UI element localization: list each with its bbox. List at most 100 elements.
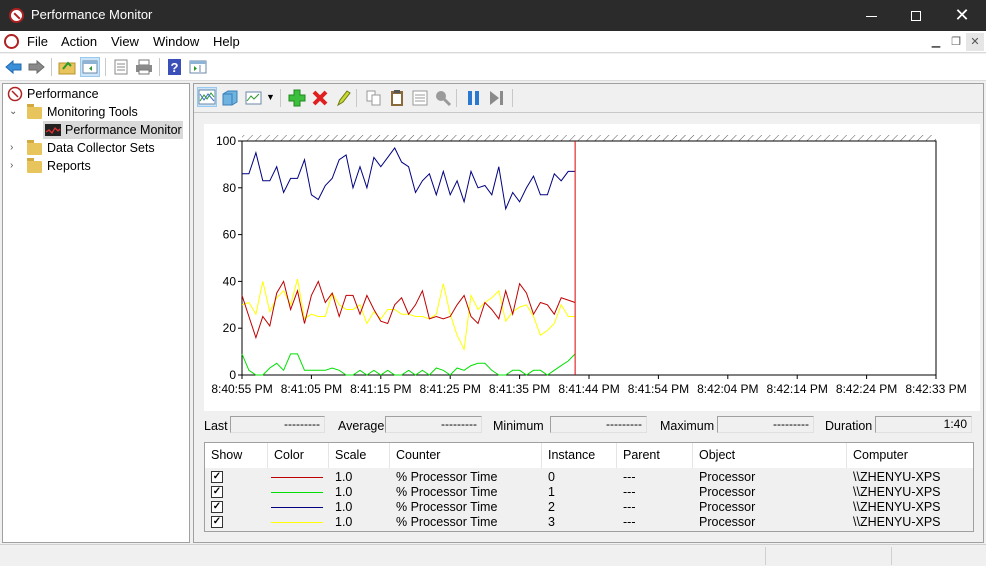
- legend-header: Show Color Scale Counter Instance Parent…: [205, 443, 973, 468]
- properties-button[interactable]: [111, 57, 131, 77]
- column-header-scale[interactable]: Scale: [329, 443, 390, 468]
- chevron-right-icon[interactable]: ›: [10, 157, 13, 175]
- parent-cell: ---: [623, 515, 636, 529]
- y-tick-label: 100: [216, 134, 236, 148]
- column-header-computer[interactable]: Computer: [847, 443, 973, 468]
- scale-cell: 1.0: [335, 500, 353, 514]
- tree-label: Reports: [47, 159, 91, 173]
- toolbar-separator: [512, 89, 513, 107]
- copy-properties-button[interactable]: [364, 88, 384, 108]
- back-button[interactable]: [4, 57, 24, 77]
- column-header-object[interactable]: Object: [693, 443, 847, 468]
- tree-label: Data Collector Sets: [47, 141, 155, 155]
- window-title: Performance Monitor: [31, 7, 153, 22]
- computer-cell: \\ZHENYU-XPS: [853, 515, 941, 529]
- mmc-system-menu-icon[interactable]: [4, 34, 19, 49]
- forward-button[interactable]: [26, 57, 46, 77]
- legend-row[interactable]: ✓ 1.0 % Processor Time 1 --- Processor \\ZHENY…: [205, 485, 973, 500]
- legend-row[interactable]: ✓ 1.0 % Processor Time 2 --- Processor \\ZHENY…: [205, 500, 973, 515]
- last-label: Last: [204, 419, 228, 433]
- view-log-data-button[interactable]: [220, 88, 240, 108]
- help-button[interactable]: ?: [165, 57, 185, 77]
- performance-monitor-toolbar: ▼: [194, 84, 983, 113]
- menu-help[interactable]: Help: [213, 34, 240, 49]
- maximize-button[interactable]: [893, 0, 939, 31]
- column-header-counter[interactable]: Counter: [390, 443, 542, 468]
- print-button[interactable]: [134, 57, 154, 77]
- x-tick-label: 8:42:14 PM: [767, 382, 828, 396]
- chevron-right-icon[interactable]: ›: [10, 139, 13, 157]
- restore-icon: ❐: [951, 36, 961, 48]
- x-tick-label: 8:41:15 PM: [350, 382, 411, 396]
- tree-item-data-collector-sets[interactable]: › Data Collector Sets: [5, 139, 185, 157]
- up-one-level-button[interactable]: [57, 57, 77, 77]
- legend-row[interactable]: ✓ 1.0 % Processor Time 3 --- Processor \\ZHENY…: [205, 515, 973, 530]
- show-checkbox[interactable]: ✓: [211, 486, 223, 498]
- printer-icon: [136, 59, 152, 75]
- x-tick-label: 8:42:24 PM: [836, 382, 897, 396]
- magnifier-icon: [436, 91, 452, 107]
- change-graph-type-button[interactable]: [244, 88, 264, 108]
- menu-action[interactable]: Action: [61, 34, 97, 49]
- view-current-activity-button[interactable]: [197, 87, 217, 107]
- chart-top-hatch: [242, 135, 936, 141]
- average-label: Average: [338, 419, 385, 433]
- child-minimize-button[interactable]: ▁: [927, 33, 945, 51]
- column-header-instance[interactable]: Instance: [542, 443, 617, 468]
- column-header-color[interactable]: Color: [268, 443, 329, 468]
- log-data-icon: [222, 90, 238, 106]
- tree-item-performance-monitor[interactable]: Performance Monitor: [43, 121, 183, 139]
- delete-counter-button[interactable]: [310, 88, 330, 108]
- computer-cell: \\ZHENYU-XPS: [853, 485, 941, 499]
- show-hide-action-pane-button[interactable]: [188, 57, 208, 77]
- maximum-value: ---------: [717, 416, 814, 433]
- y-tick-label: 80: [223, 181, 237, 195]
- x-tick-label: 8:41:25 PM: [420, 382, 481, 396]
- paste-counter-list-button[interactable]: [387, 88, 407, 108]
- column-header-parent[interactable]: Parent: [617, 443, 693, 468]
- show-checkbox[interactable]: ✓: [211, 501, 223, 513]
- y-tick-label: 20: [223, 321, 237, 335]
- delete-x-icon: [312, 90, 328, 106]
- legend-row[interactable]: ✓ 1.0 % Processor Time 0 --- Processor \\ZHENY…: [205, 470, 973, 485]
- duration-label: Duration: [825, 419, 873, 433]
- highlight-button[interactable]: [333, 88, 353, 108]
- child-close-button[interactable]: ✕: [966, 33, 984, 51]
- tree-item-monitoring-tools[interactable]: ⌄ Monitoring Tools: [5, 103, 185, 121]
- close-button[interactable]: ✕: [939, 0, 985, 31]
- minimize-button[interactable]: [848, 0, 894, 31]
- color-swatch: [271, 492, 323, 493]
- freeze-display-button[interactable]: [464, 88, 484, 108]
- graph-type-icon: [245, 91, 262, 105]
- menu-file[interactable]: File: [27, 34, 48, 49]
- minimize-icon: ▁: [931, 36, 941, 48]
- x-tick-label: 8:41:54 PM: [628, 382, 689, 396]
- properties-button[interactable]: [410, 88, 430, 108]
- show-checkbox[interactable]: ✓: [211, 516, 223, 528]
- highlighter-icon: [336, 90, 351, 107]
- chevron-down-icon[interactable]: ⌄: [9, 103, 17, 121]
- menu-view[interactable]: View: [111, 34, 139, 49]
- graph-type-dropdown-chevron-icon[interactable]: ▼: [266, 92, 275, 102]
- maximum-label: Maximum: [660, 419, 715, 433]
- show-checkbox[interactable]: ✓: [211, 471, 223, 483]
- column-header-show[interactable]: Show: [205, 443, 268, 468]
- tree-item-performance[interactable]: Performance: [5, 85, 185, 103]
- help-icon: ?: [168, 59, 181, 75]
- svg-text:?: ?: [171, 60, 179, 75]
- show-hide-console-tree-button[interactable]: [80, 57, 100, 77]
- scale-cell: 1.0: [335, 485, 353, 499]
- menu-window[interactable]: Window: [153, 34, 199, 49]
- y-tick-label: 40: [223, 274, 237, 288]
- pause-icon: [468, 91, 479, 105]
- last-value: ---------: [230, 416, 325, 433]
- zoom-button[interactable]: [433, 88, 453, 108]
- x-tick-label: 8:41:44 PM: [558, 382, 619, 396]
- close-icon: ✕: [970, 36, 980, 48]
- update-data-button[interactable]: [487, 88, 507, 108]
- plus-icon: [288, 89, 306, 107]
- child-restore-button[interactable]: ❐: [947, 33, 965, 51]
- tree-item-reports[interactable]: › Reports: [5, 157, 185, 175]
- add-counter-button[interactable]: [287, 88, 307, 108]
- minimize-icon: [865, 15, 877, 17]
